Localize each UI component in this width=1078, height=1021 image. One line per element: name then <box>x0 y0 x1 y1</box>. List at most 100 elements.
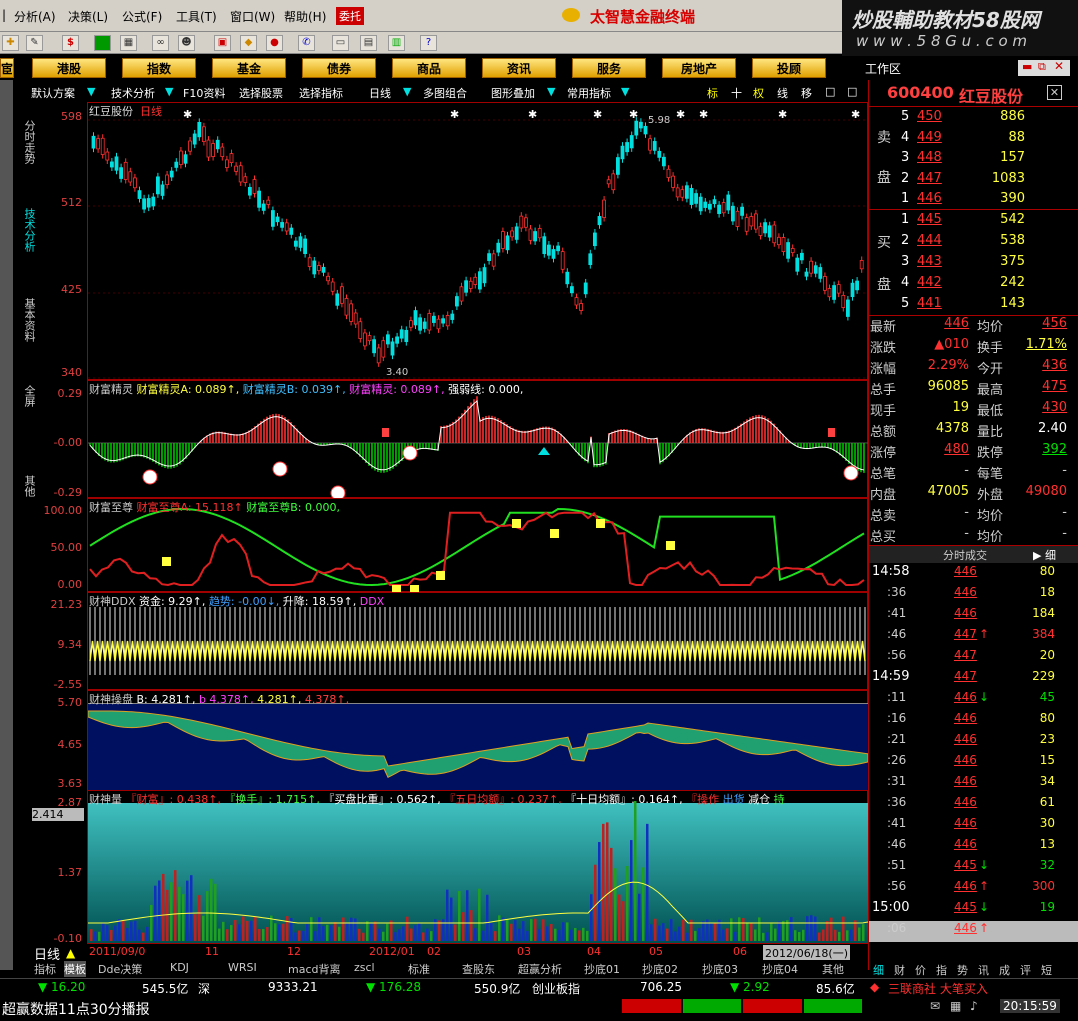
menu-decision[interactable]: 决策(L) <box>68 8 108 25</box>
nav-item-advisor[interactable]: 投顾 <box>752 58 826 78</box>
nav-item-hk[interactable]: 港股 <box>32 58 106 78</box>
indicator-panel-volume[interactable] <box>87 790 869 944</box>
indicator-tab[interactable]: 抄底03 <box>702 961 738 977</box>
price[interactable]: 444 <box>917 233 969 248</box>
indicator-tab[interactable]: KDJ <box>170 961 189 974</box>
right-tab[interactable]: 势 <box>957 962 968 978</box>
sell-row[interactable]: 2 447 1083 <box>869 171 1069 192</box>
indicator-tab[interactable]: WRSI <box>228 961 257 974</box>
menu-tools[interactable]: 工具(T) <box>176 8 217 25</box>
right-tab[interactable]: 指 <box>936 962 947 978</box>
indicator-tab[interactable]: 其他 <box>822 961 844 977</box>
tb-line[interactable]: 线 <box>777 85 788 101</box>
tb-box1[interactable]: □ <box>825 85 835 98</box>
tick-row[interactable]: :26 446 15 <box>869 753 1078 774</box>
sell-row[interactable]: 4 449 88 <box>869 130 1069 151</box>
indicator-tab[interactable]: zscl <box>354 961 375 974</box>
chevron-down-icon[interactable]: ▼ <box>621 85 629 98</box>
price[interactable]: 447 <box>917 171 969 186</box>
indicator-tab[interactable]: 抄底02 <box>642 961 678 977</box>
buy-row[interactable]: 4 442 242 <box>869 275 1069 296</box>
sell-row[interactable]: 5 450 886 <box>869 109 1069 130</box>
menu-analysis[interactable]: 分析(A) <box>14 8 56 25</box>
tb-move[interactable]: 移 <box>801 85 812 101</box>
tick-row[interactable]: :46 446 13 <box>869 837 1078 858</box>
left-scrollbar[interactable] <box>0 80 13 970</box>
tick-row[interactable]: 14:58 446 80 <box>869 564 1078 585</box>
tick-row[interactable]: :56 446 ↑ 300 <box>869 879 1078 900</box>
tick-row[interactable]: :21 446 23 <box>869 732 1078 753</box>
minimize-icon[interactable]: ▬ <box>1022 60 1032 73</box>
price-panel[interactable]: ✱ ✱ ✱ ✱ ✱ ✱ ✱ ✱ ✱ <box>87 102 869 380</box>
price[interactable]: 446 <box>917 191 969 206</box>
menu-window[interactable]: 窗口(W) <box>230 8 275 25</box>
tick-row[interactable]: 15:00 445 ↓ 19 <box>869 900 1078 921</box>
binoculars-icon[interactable]: ∞ <box>152 35 169 51</box>
price[interactable]: 442 <box>917 275 969 290</box>
tick-row[interactable]: :56 447 20 <box>869 648 1078 669</box>
ticks-detail-button[interactable]: ▶ 细 <box>1033 547 1056 563</box>
chevron-down-icon[interactable]: ▼ <box>547 85 555 98</box>
period-daily[interactable]: 日线 <box>369 85 391 101</box>
tick-row[interactable]: :16 446 80 <box>869 711 1078 732</box>
tick-row[interactable]: :51 445 ↓ 32 <box>869 858 1078 879</box>
indicator-panel-wealth-spirit[interactable] <box>87 380 869 501</box>
indicator-tab[interactable]: 超赢分析 <box>518 961 562 977</box>
grid-icon[interactable]: ▦ <box>950 999 961 1013</box>
dollar-icon[interactable]: $ <box>62 35 79 51</box>
right-tab[interactable]: 成 <box>999 962 1010 978</box>
tick-row[interactable]: :11 446 ↓ 45 <box>869 690 1078 711</box>
price[interactable]: 445 <box>917 212 969 227</box>
multi-chart[interactable]: 多图组合 <box>423 85 467 101</box>
nav-item-news[interactable]: 资讯 <box>482 58 556 78</box>
mail-icon[interactable]: ✉ <box>930 999 940 1013</box>
menu-formula[interactable]: 公式(F) <box>122 8 162 25</box>
restore-icon[interactable]: ⧉ <box>1038 60 1046 74</box>
triangle-up-icon[interactable]: ▲ <box>66 946 75 960</box>
scheme-default[interactable]: 默认方案 <box>31 85 75 101</box>
people-icon[interactable]: ☻ <box>178 35 195 51</box>
overlay-chart[interactable]: 图形叠加 <box>491 85 535 101</box>
chevron-down-icon[interactable]: ▼ <box>403 85 411 98</box>
price[interactable]: 441 <box>917 296 969 311</box>
indicator-tab[interactable]: Dde决策 <box>98 961 142 977</box>
price[interactable]: 443 <box>917 254 969 269</box>
tb-cross[interactable]: 十 <box>731 85 742 101</box>
price[interactable]: 450 <box>917 109 969 124</box>
nav-item-commodity[interactable]: 商品 <box>392 58 466 78</box>
indicator-tab[interactable]: 查股东 <box>462 961 495 977</box>
common-indicator[interactable]: 常用指标 <box>567 85 611 101</box>
buy-row[interactable]: 1 445 542 <box>869 212 1069 233</box>
right-tab[interactable]: 细 <box>873 962 884 978</box>
indicator-tab[interactable]: macd背离 <box>288 961 341 977</box>
tb-mark[interactable]: 标 <box>707 85 718 101</box>
indicator-tab[interactable]: 模板 <box>64 961 86 977</box>
tick-row[interactable]: 14:59 447 229 <box>869 669 1078 690</box>
right-tab[interactable]: 财 <box>894 962 905 978</box>
tb-rights[interactable]: 权 <box>753 85 764 101</box>
nav-item-first[interactable]: 宦 <box>0 58 14 78</box>
tick-row[interactable]: :36 446 61 <box>869 795 1078 816</box>
sound-icon[interactable]: ♪ <box>970 999 978 1013</box>
menu-icon[interactable]: | <box>2 8 6 22</box>
monitor-icon[interactable]: ▭ <box>332 35 349 51</box>
tick-row[interactable]: :31 446 34 <box>869 774 1078 795</box>
indicator-tab[interactable]: 抄底04 <box>762 961 798 977</box>
right-tab[interactable]: 短 <box>1041 962 1052 978</box>
right-tab[interactable]: 评 <box>1020 962 1031 978</box>
buy-row[interactable]: 3 443 375 <box>869 254 1069 275</box>
tick-row[interactable]: :36 446 18 <box>869 585 1078 606</box>
flag-icon[interactable] <box>94 35 111 51</box>
select-stock[interactable]: 选择股票 <box>239 85 283 101</box>
indicator-tab[interactable]: 标准 <box>408 961 430 977</box>
nav-item-bond[interactable]: 债券 <box>302 58 376 78</box>
entrust-button[interactable]: 委托 <box>336 7 364 25</box>
right-tab[interactable]: 价 <box>915 962 926 978</box>
plus-icon[interactable]: ✚ <box>2 35 19 51</box>
indicator-tab[interactable]: 指标 <box>34 961 56 977</box>
select-indicator[interactable]: 选择指标 <box>299 85 343 101</box>
indicator-tab[interactable]: 抄底01 <box>584 961 620 977</box>
news-icon[interactable]: ▣ <box>214 35 231 51</box>
nav-item-fund[interactable]: 基金 <box>212 58 286 78</box>
tick-row[interactable]: :46 447 ↑ 384 <box>869 627 1078 648</box>
